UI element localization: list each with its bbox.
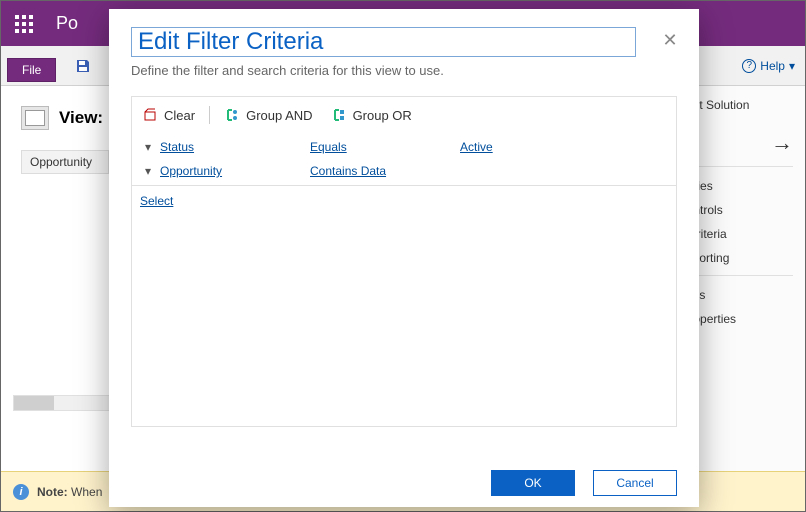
group-and-label: Group AND [246,108,312,123]
criteria-toolbar: Clear Group AND Group OR [132,97,676,133]
clear-label: Clear [164,108,195,123]
filter-row: ▾ Status Equals Active [140,135,668,159]
filter-value[interactable]: Active [460,140,668,154]
group-and-icon [224,107,240,123]
group-or-icon [331,107,347,123]
save-icon[interactable] [74,57,92,75]
ok-button[interactable]: OK [491,470,575,496]
chevron-down-icon: ▾ [789,59,795,73]
waffle-icon[interactable] [1,1,46,46]
edit-filter-modal: Edit Filter Criteria Define the filter a… [109,9,699,507]
group-or-label: Group OR [353,108,412,123]
file-tab[interactable]: File [7,58,56,82]
grid-column-opportunity[interactable]: Opportunity [21,150,109,174]
help-icon: ? [742,59,756,73]
modal-title[interactable]: Edit Filter Criteria [131,27,636,57]
filter-operator[interactable]: Equals [310,140,460,154]
criteria-box: Clear Group AND Group OR [131,96,677,427]
group-and-button[interactable]: Group AND [218,104,318,126]
filter-field[interactable]: Opportunity [160,164,310,178]
filter-operator[interactable]: Contains Data [310,164,460,178]
view-label: View: [59,108,103,128]
modal-subtitle: Define the filter and search criteria fo… [131,63,677,78]
app-title: Po [56,13,78,34]
filter-field[interactable]: Status [160,140,310,154]
clear-button[interactable]: Clear [136,104,201,126]
help-label: Help [760,59,785,73]
arrow-right-icon[interactable]: → [771,130,793,156]
help-menu[interactable]: ? Help ▾ [742,59,795,73]
clear-icon [142,107,158,123]
info-icon: i [13,484,29,500]
filter-row: ▾ Opportunity Contains Data [140,159,668,183]
cancel-button[interactable]: Cancel [593,470,677,496]
select-link[interactable]: Select [140,194,173,208]
chevron-down-icon[interactable]: ▾ [142,164,154,178]
view-icon [21,106,49,130]
close-icon[interactable]: ✕ [659,29,681,51]
note-text: When [71,485,102,499]
note-prefix: Note: [37,485,68,499]
chevron-down-icon[interactable]: ▾ [142,140,154,154]
group-or-button[interactable]: Group OR [325,104,418,126]
